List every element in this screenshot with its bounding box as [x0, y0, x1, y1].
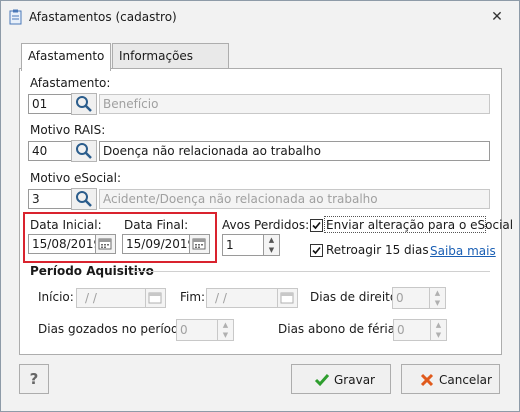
motivo-rais-code-input[interactable]: 40 — [28, 141, 72, 161]
dias-direito-spinner: ▲ ▼ — [430, 287, 446, 309]
inicio-label: Início: — [38, 290, 74, 304]
help-button[interactable]: ? — [19, 364, 49, 394]
check-icon — [314, 374, 330, 387]
avos-perdidos-spinner[interactable]: ▲ ▼ — [264, 234, 280, 256]
dias-abono-label: Dias abono de férias: — [278, 322, 406, 336]
dias-abono-spinner: ▲ ▼ — [431, 319, 447, 341]
inicio-calendar-button — [146, 288, 166, 308]
data-inicial-input[interactable]: 15/08/2019 — [28, 234, 96, 254]
tab-afastamento-label: Afastamento — [28, 49, 105, 63]
motivo-esocial-code-input[interactable]: 3 — [28, 189, 72, 209]
close-icon[interactable]: ✕ — [489, 9, 505, 25]
avos-perdidos-input[interactable]: 1 — [222, 234, 264, 256]
checkmark-icon — [312, 246, 321, 255]
gravar-button[interactable]: Gravar — [291, 364, 391, 394]
search-icon — [76, 191, 92, 207]
motivo-rais-label: Motivo RAIS: — [30, 123, 106, 137]
section-divider — [132, 271, 490, 272]
window-title: Afastamentos (cadastro) — [29, 10, 177, 24]
data-inicial-calendar-button[interactable] — [96, 234, 116, 254]
afastamento-label: Afastamento: — [30, 76, 111, 90]
motivo-rais-description: Doença não relacionada ao trabalho — [99, 141, 490, 161]
retroagir-checkbox[interactable] — [310, 244, 323, 257]
motivo-rais-search-button[interactable] — [71, 140, 97, 162]
fim-label: Fim: — [180, 290, 206, 304]
data-inicial-label: Data Inicial: — [30, 218, 102, 232]
calendar-icon — [192, 238, 206, 250]
spin-up-icon[interactable]: ▲ — [264, 235, 279, 245]
data-final-calendar-button[interactable] — [190, 234, 210, 254]
dias-direito-input: 0 — [392, 287, 430, 309]
calendar-icon — [148, 292, 162, 304]
cancelar-label: Cancelar — [439, 373, 492, 387]
dias-gozados-input: 0 — [176, 319, 218, 341]
checkmark-icon — [312, 221, 321, 230]
cancelar-button[interactable]: Cancelar — [401, 364, 500, 394]
gravar-label: Gravar — [334, 373, 375, 387]
afastamento-description: Benefício — [99, 94, 490, 114]
dias-direito-label: Dias de direito: — [310, 290, 402, 304]
dias-gozados-spinner: ▲ ▼ — [218, 319, 234, 341]
saiba-mais-link[interactable]: Saiba mais — [430, 244, 496, 258]
enviar-esocial-checkbox[interactable] — [310, 219, 323, 232]
cancel-x-icon — [420, 373, 434, 387]
data-final-input[interactable]: 15/09/2019 — [122, 234, 190, 254]
avos-perdidos-label: Avos Perdidos: — [222, 218, 310, 232]
afastamento-search-button[interactable] — [71, 93, 97, 115]
retroagir-label[interactable]: Retroagir 15 dias — [326, 243, 429, 257]
spin-down-icon[interactable]: ▼ — [264, 245, 279, 255]
inicio-input: / / — [76, 288, 146, 308]
calendar-icon — [280, 292, 294, 304]
dias-gozados-label: Dias gozados no período: — [38, 322, 191, 336]
motivo-esocial-search-button[interactable] — [71, 188, 97, 210]
calendar-icon — [98, 238, 112, 250]
data-final-label: Data Final: — [124, 218, 189, 232]
enviar-esocial-label[interactable]: Enviar alteração para o eSocial — [326, 218, 513, 232]
fim-input: / / — [206, 288, 278, 308]
motivo-esocial-label: Motivo eSocial: — [30, 171, 121, 185]
motivo-esocial-description: Acidente/Doença não relacionada ao traba… — [99, 189, 490, 209]
tab-afastamento[interactable]: Afastamento — [21, 43, 112, 71]
fim-calendar-button — [278, 288, 298, 308]
search-icon — [76, 143, 92, 159]
dias-abono-input: 0 — [393, 319, 431, 341]
title-bar: Afastamentos (cadastro) ✕ — [1, 1, 519, 33]
app-icon — [9, 9, 22, 25]
tab-informacoes-complementares[interactable]: Informações Complementares — [112, 43, 229, 87]
help-icon: ? — [29, 370, 39, 388]
search-icon — [76, 96, 92, 112]
afastamento-code-input[interactable]: 01 — [28, 94, 72, 114]
